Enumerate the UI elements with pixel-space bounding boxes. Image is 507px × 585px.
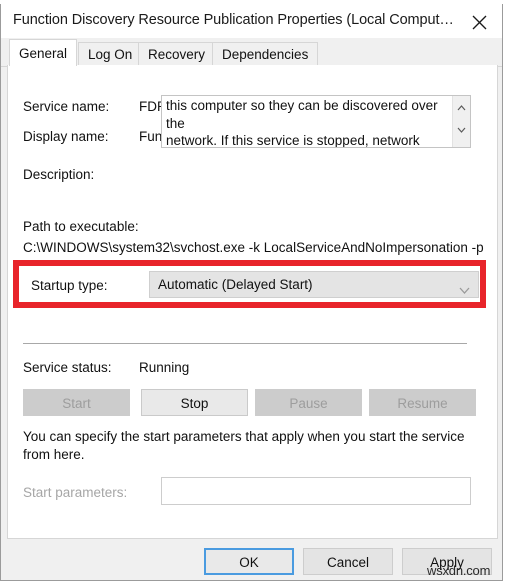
tab-recovery[interactable]: Recovery bbox=[138, 42, 216, 66]
start-parameters-input[interactable] bbox=[161, 477, 471, 505]
title-bar: Function Discovery Resource Publication … bbox=[1, 4, 502, 38]
service-properties-dialog: Function Discovery Resource Publication … bbox=[0, 4, 503, 581]
startup-type-value: Automatic (Delayed Start) bbox=[158, 277, 313, 292]
startup-type-dropdown[interactable]: Automatic (Delayed Start) bbox=[149, 271, 479, 298]
path-to-executable-label: Path to executable: bbox=[23, 219, 139, 234]
stop-button[interactable]: Stop bbox=[141, 389, 248, 416]
start-parameters-label: Start parameters: bbox=[23, 485, 128, 500]
scroll-up-icon[interactable] bbox=[453, 99, 470, 116]
service-status-value: Running bbox=[139, 360, 190, 375]
description-label: Description: bbox=[23, 167, 95, 182]
display-name-label: Display name: bbox=[23, 129, 109, 144]
window-title: Function Discovery Resource Publication … bbox=[13, 12, 454, 28]
tab-strip: General Log On Recovery Dependencies bbox=[1, 38, 502, 67]
service-name-label: Service name: bbox=[23, 99, 110, 114]
path-to-executable-value: C:\WINDOWS\system32\svchost.exe -k Local… bbox=[23, 240, 484, 255]
ok-button[interactable]: OK bbox=[204, 548, 294, 575]
description-text: this computer so they can be discovered … bbox=[166, 98, 438, 148]
startup-type-label: Startup type: bbox=[31, 278, 108, 293]
start-button: Start bbox=[23, 389, 130, 416]
chevron-down-icon bbox=[459, 281, 470, 299]
tab-general[interactable]: General bbox=[9, 39, 78, 66]
description-scrollbar[interactable] bbox=[452, 96, 470, 147]
scroll-down-icon[interactable] bbox=[453, 121, 470, 138]
close-icon bbox=[456, 15, 502, 30]
resume-button: Resume bbox=[369, 389, 476, 416]
site-watermark: wsxdn.com bbox=[427, 563, 491, 578]
cancel-button[interactable]: Cancel bbox=[303, 548, 393, 575]
close-button[interactable] bbox=[456, 4, 502, 38]
description-textbox[interactable]: this computer so they can be discovered … bbox=[161, 95, 471, 148]
tab-log-on[interactable]: Log On bbox=[78, 42, 143, 66]
start-parameters-hint: You can specify the start parameters tha… bbox=[23, 429, 465, 462]
service-status-label: Service status: bbox=[23, 360, 112, 375]
tab-dependencies[interactable]: Dependencies bbox=[212, 42, 319, 66]
section-divider bbox=[23, 343, 467, 344]
pause-button: Pause bbox=[255, 389, 362, 416]
